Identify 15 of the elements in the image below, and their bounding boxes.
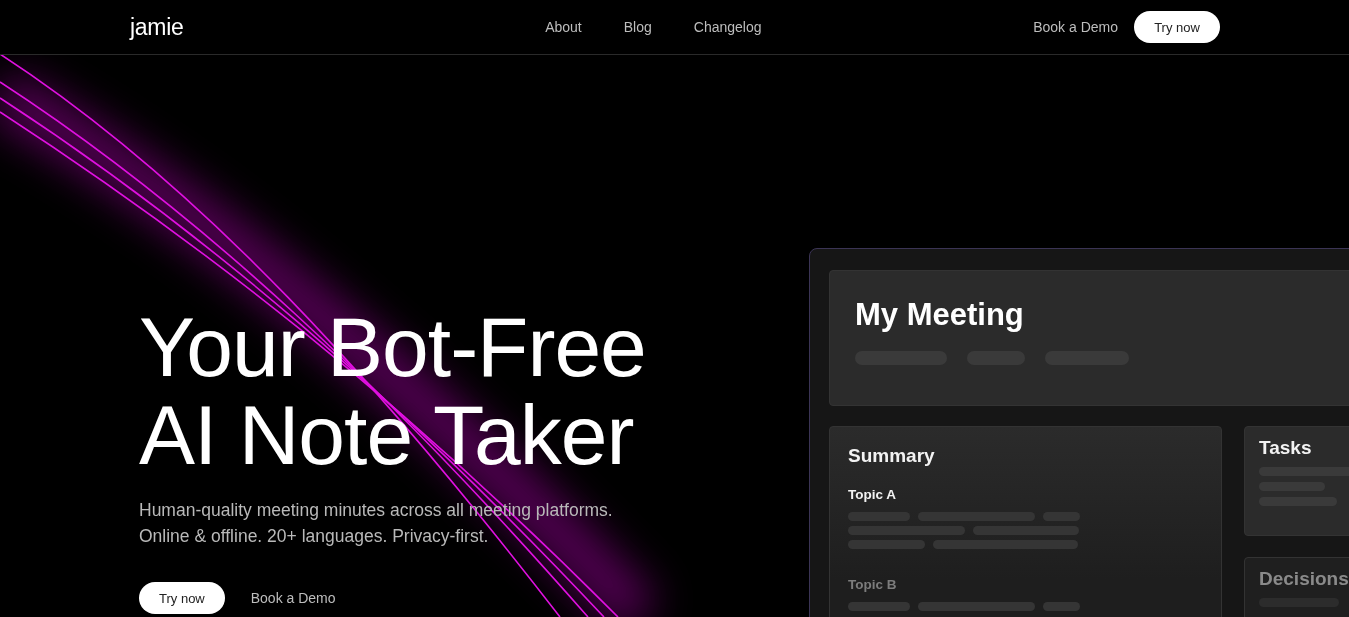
topic-title: Topic B (848, 577, 898, 592)
hero-heading: Your Bot-Free AI Note Taker (139, 303, 647, 479)
logo[interactable]: jamie (130, 13, 184, 41)
nav-link[interactable]: Changelog (693, 19, 762, 35)
card-title: Tasks (1259, 437, 1313, 459)
book-demo-link[interactable]: Book a Demo (1033, 19, 1118, 35)
book-demo-link[interactable]: Book a Demo (250, 590, 336, 606)
nav-link[interactable]: Blog (623, 19, 652, 35)
nav-link[interactable]: About (545, 19, 582, 35)
card-title: Decisions (1259, 568, 1349, 590)
meeting-title: My Meeting (855, 297, 1025, 333)
try-now-button[interactable]: Try now (1134, 11, 1220, 43)
try-now-button[interactable]: Try now (139, 582, 225, 614)
topic-title: Topic A (848, 487, 897, 502)
card-title: Summary (848, 445, 936, 467)
